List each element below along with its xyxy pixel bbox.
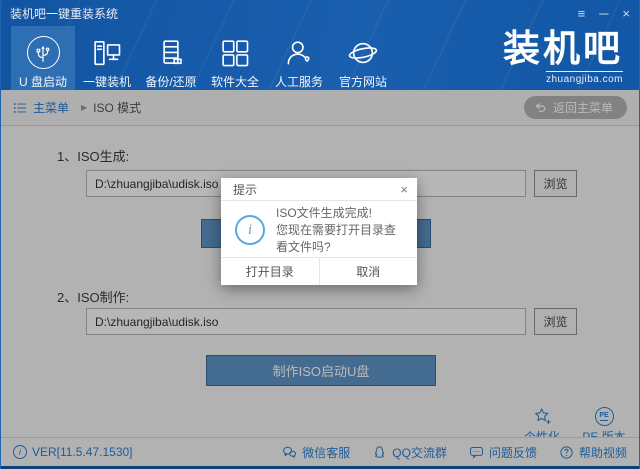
dialog-body: i ISO文件生成完成! 您现在需要打开目录查看文件吗? (221, 201, 417, 257)
usb-icon (27, 35, 60, 70)
backup-icon (156, 35, 186, 70)
nav-item-software-collection[interactable]: 软件大全 (203, 26, 267, 90)
window-controls: ≡ ─ × (578, 7, 630, 20)
header: 装机吧一键重装系统 ≡ ─ × (1, 0, 639, 90)
brand-logo-domain: zhuangjiba.com (546, 71, 623, 85)
nav-item-label: U 盘启动 (19, 73, 67, 90)
cancel-button[interactable]: 取消 (320, 258, 418, 285)
nav-item-label: 人工服务 (275, 73, 323, 90)
globe-icon (348, 35, 378, 70)
close-button[interactable]: × (622, 7, 630, 20)
nav-item-official-website[interactable]: 官方网站 (331, 26, 395, 90)
person-service-icon (284, 35, 314, 70)
nav-item-usb-boot[interactable]: U 盘启动 (11, 26, 75, 90)
brand-logo-text: 装机吧 (503, 28, 623, 70)
nav-item-backup-restore[interactable]: 备份/还原 (139, 26, 203, 90)
nav-item-label: 官方网站 (339, 73, 387, 90)
app-window: 装机吧一键重装系统 ≡ ─ × (0, 0, 640, 469)
nav-item-human-service[interactable]: 人工服务 (267, 26, 331, 90)
dialog-footer: 打开目录 取消 (221, 257, 417, 285)
nav-item-one-key-install[interactable]: 一键装机 (75, 26, 139, 90)
computer-icon (92, 35, 122, 70)
prompt-dialog: 提示 × i ISO文件生成完成! 您现在需要打开目录查看文件吗? 打开目录 取… (221, 178, 417, 285)
nav-item-label: 软件大全 (211, 73, 259, 90)
software-grid-icon (220, 35, 250, 70)
minimize-button[interactable]: ─ (599, 7, 608, 20)
brand-logo: 装机吧 zhuangjiba.com (503, 28, 623, 85)
window-title: 装机吧一键重装系统 (10, 5, 118, 22)
dialog-message-line1: ISO文件生成完成! (276, 205, 405, 222)
dialog-header: 提示 × (221, 178, 417, 201)
nav-item-label: 备份/还原 (145, 73, 196, 90)
info-icon: i (235, 215, 265, 245)
dialog-message-line2: 您现在需要打开目录查看文件吗? (276, 222, 405, 256)
dialog-title: 提示 (233, 181, 257, 198)
dialog-message: ISO文件生成完成! 您现在需要打开目录查看文件吗? (276, 205, 405, 256)
dialog-close-icon[interactable]: × (400, 183, 408, 196)
titlebar: 装机吧一键重装系统 ≡ ─ × (1, 0, 639, 26)
open-directory-button[interactable]: 打开目录 (221, 258, 320, 285)
menu-button[interactable]: ≡ (578, 7, 586, 20)
nav-bar: U 盘启动 一键装机 (11, 26, 395, 90)
nav-item-label: 一键装机 (83, 73, 131, 90)
